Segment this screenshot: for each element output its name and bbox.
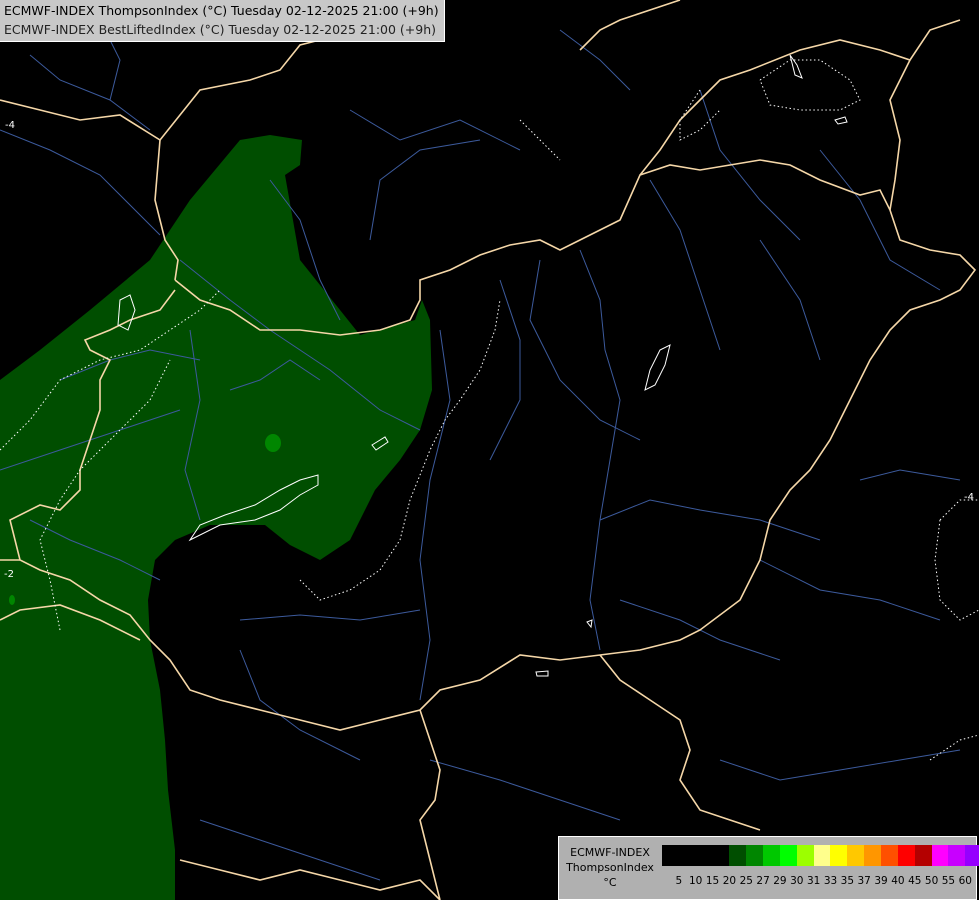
legend-tick-label: 10 [689,875,703,887]
legend-swatch [830,845,848,866]
isoline-label: -4 [964,492,974,503]
legend-tick-label: 35 [840,875,855,887]
legend-swatches [662,845,979,866]
legend-swatch [965,845,979,866]
legend-tick-label: 27 [756,875,770,887]
legend-tick-label: 5 [675,875,683,887]
legend-swatch [712,845,730,866]
isoline-label: -4 [5,120,15,131]
legend-tick-label: 60 [958,875,972,887]
legend-tick-label: 39 [874,875,888,887]
color-legend: ECMWF-INDEX ThompsonIndex °C 5 10 15 20 25 27… [558,836,979,900]
legend-swatch [864,845,881,866]
legend-tick-label: 20 [722,875,737,887]
isoline-label: -2 [4,569,14,580]
map-title: ECMWF-INDEX ThompsonIndex (°C) Tuesday 0… [0,0,445,42]
legend-tick-label: 30 [790,875,804,887]
legend-tick-label: 29 [773,875,787,887]
legend-swatch [678,845,696,866]
legend-tick-label: 50 [924,875,939,887]
legend-ticks: 5 10 15 20 25 27 29 30 31 33 35 37 39 40 45 50 55 60 [662,875,972,889]
legend-swatch [847,845,865,866]
legend-tick-label: 25 [739,875,753,887]
legend-swatch [796,845,814,866]
legend-swatch [948,845,966,866]
legend-label: ECMWF-INDEX ThompsonIndex °C [562,845,658,890]
legend-tick-label: 31 [806,875,821,887]
legend-tick-label: 15 [705,875,720,887]
legend-swatch [897,845,915,866]
title-line-best-lifted-index: ECMWF-INDEX BestLiftedIndex (°C) Tuesday… [4,22,437,37]
legend-swatch [695,845,713,866]
legend-swatch [662,845,679,866]
legend-swatch [931,845,949,866]
legend-swatch [729,845,747,866]
legend-swatch [880,845,898,866]
thompson-index-area [0,135,432,900]
legend-swatch [914,845,932,866]
legend-tick-label: 45 [908,875,922,887]
weather-map [0,0,979,900]
legend-tick-label: 40 [891,875,905,887]
legend-tick-label: 33 [823,875,838,887]
legend-unit: °C [603,876,617,889]
legend-parameter: ThompsonIndex [566,861,654,874]
legend-swatch [763,845,780,866]
legend-model: ECMWF-INDEX [570,846,650,859]
legend-swatch [779,845,797,866]
title-line-thompson-index: ECMWF-INDEX ThompsonIndex (°C) Tuesday 0… [4,3,439,18]
legend-tick-label: 55 [941,875,956,887]
legend-swatch [746,845,764,866]
legend-swatch [813,845,831,866]
legend-tick-label: 37 [857,875,871,887]
